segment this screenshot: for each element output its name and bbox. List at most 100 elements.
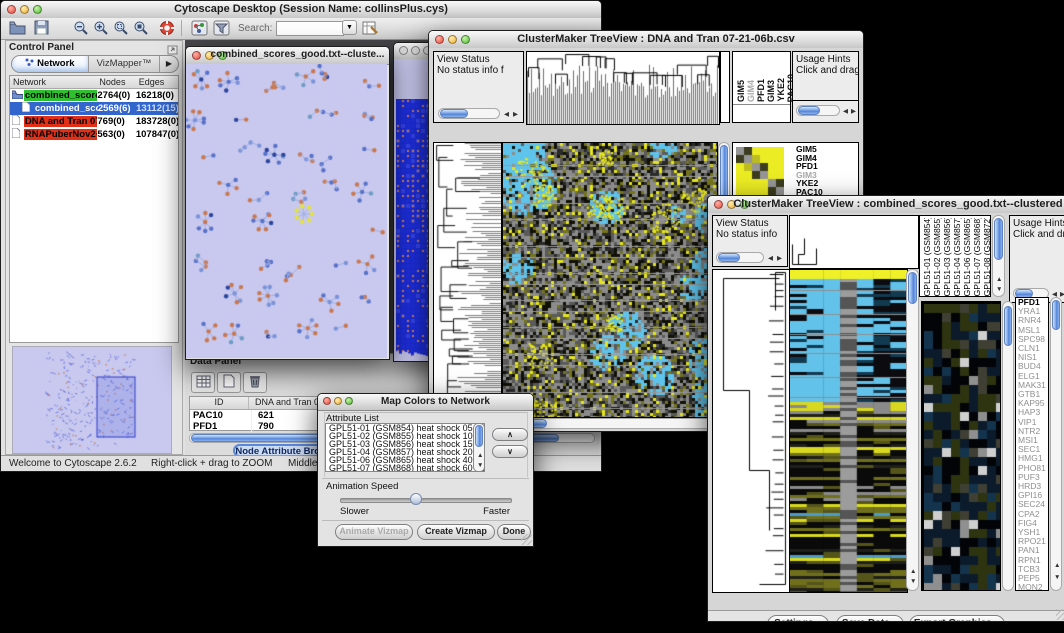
resize-grip[interactable] — [521, 534, 532, 545]
export-graphics-button[interactable]: Export Graphics... — [576, 431, 688, 432]
scrollbar-thumb[interactable] — [798, 106, 820, 115]
scroll-right-icon[interactable]: ▶ — [851, 108, 856, 115]
attribute-list-item[interactable]: GPL51-07 (GSM868) heat shock 60 min — [326, 464, 484, 472]
usage-hscrollbar[interactable] — [796, 105, 840, 116]
scrollbar-thumb[interactable] — [475, 425, 483, 447]
close-icon[interactable] — [323, 397, 331, 405]
tab-network[interactable]: Network — [12, 56, 89, 72]
scroll-down-icon[interactable]: ▼ — [1054, 574, 1060, 581]
scroll-up-icon[interactable]: ▲ — [1054, 562, 1060, 569]
network-row[interactable]: RNAPuberNov2+ 563(0) 107847(0) — [10, 128, 178, 141]
resize-grip[interactable] — [1056, 609, 1064, 620]
treeview1-titlebar[interactable]: ClusterMaker TreeView : DNA and Tran 07-… — [429, 31, 863, 49]
column-label: GPL51-02 (GSM855) — [932, 218, 942, 296]
slider-thumb[interactable] — [410, 493, 422, 505]
control-panel-tabs: Network VizMapper™ ▶ — [11, 55, 179, 73]
minimize-icon[interactable] — [411, 46, 420, 55]
tab-overflow-button[interactable]: ▶ — [159, 56, 178, 72]
search-input[interactable] — [276, 21, 344, 36]
delete-attribute-icon[interactable] — [243, 372, 267, 393]
global-heatmap[interactable] — [789, 269, 908, 593]
settings-label: Settings... — [774, 618, 822, 622]
tab-vizmapper[interactable]: VizMapper™ — [89, 56, 159, 72]
attribute-list-vscrollbar[interactable]: ▲ ▼ — [473, 423, 485, 472]
scroll-left-icon[interactable]: ◀ — [768, 255, 773, 262]
scroll-left-icon[interactable]: ◀ — [843, 108, 848, 115]
col-edges[interactable]: Edges — [139, 77, 178, 87]
zoom-fit-icon[interactable] — [133, 20, 149, 41]
gene-list-item[interactable]: MON2 — [1016, 583, 1048, 591]
column-labels-panel: GIM5GIM4PFD1GIM3YKE2PAC10 — [732, 51, 791, 123]
column-dendrogram[interactable] — [789, 215, 919, 269]
scroll-down-icon[interactable]: ▼ — [477, 462, 483, 469]
close-icon[interactable] — [192, 51, 201, 60]
heatmap-hscrollbar[interactable] — [504, 418, 714, 429]
gene-list-vscrollbar[interactable]: ▲ ▼ — [1050, 297, 1062, 591]
column-dendrogram[interactable] — [526, 51, 720, 125]
minimize-icon[interactable] — [334, 397, 342, 405]
save-session-icon[interactable] — [34, 20, 49, 40]
network-row[interactable]: combined_scores 2764(0) 16218(0) — [10, 89, 178, 102]
detail-heatmap[interactable] — [924, 304, 1000, 590]
status-hscrollbar[interactable] — [438, 108, 500, 119]
export-graphics-button[interactable]: Export Graphics... — [909, 615, 1005, 622]
network-view[interactable] — [186, 64, 387, 358]
create-vizmap-button[interactable]: Create Vizmap — [417, 524, 495, 540]
global-heatmap[interactable] — [502, 142, 718, 418]
move-up-button[interactable]: ∧ — [492, 428, 528, 441]
scroll-right-icon[interactable]: ▶ — [513, 111, 518, 118]
col-id[interactable]: ID — [190, 397, 249, 409]
scrollbar-thumb[interactable] — [440, 109, 468, 118]
scrollbar-thumb[interactable] — [908, 272, 917, 304]
labels-vscrollbar[interactable]: ▲ ▼ — [992, 215, 1005, 297]
zoom-in-icon[interactable] — [93, 20, 109, 41]
zoom-selected-icon[interactable] — [113, 20, 129, 41]
new-attribute-icon[interactable] — [217, 372, 241, 393]
zoom-heatmap[interactable] — [736, 147, 784, 195]
close-icon[interactable] — [399, 46, 408, 55]
row-dendrogram[interactable] — [433, 142, 502, 418]
row-dendrogram[interactable] — [712, 269, 790, 593]
settings-button[interactable]: Settings... — [767, 615, 829, 622]
scroll-left-icon[interactable]: ◀ — [504, 111, 509, 118]
col-network[interactable]: Network — [10, 77, 99, 87]
move-down-button[interactable]: ∨ — [492, 445, 528, 458]
network-overlay-icon[interactable] — [191, 20, 208, 41]
tab-vizmapper-label: VizMapper™ — [97, 58, 152, 69]
close-icon[interactable] — [714, 200, 723, 209]
network-row[interactable]: DNA and Tran 07 769(0) 183728(0) — [10, 115, 178, 128]
open-file-icon[interactable] — [9, 20, 26, 40]
search-dropdown-icon[interactable]: ▼ — [342, 20, 357, 35]
main-titlebar[interactable]: Cytoscape Desktop (Session Name: collins… — [1, 1, 601, 19]
scroll-up-icon[interactable]: ▲ — [910, 568, 916, 575]
close-icon[interactable] — [7, 5, 16, 14]
network-overview-thumbnail[interactable] — [12, 346, 172, 454]
scroll-down-icon[interactable]: ▼ — [996, 286, 1002, 293]
col-nodes[interactable]: Nodes — [99, 77, 138, 87]
treeview2-titlebar[interactable]: ClusterMaker TreeView : combined_scores_… — [708, 196, 1064, 214]
animation-speed-slider[interactable] — [340, 498, 512, 503]
scroll-up-icon[interactable]: ▲ — [477, 452, 483, 459]
dialog-titlebar[interactable]: Map Colors to Network — [318, 394, 533, 411]
zoom-out-icon[interactable] — [73, 20, 89, 41]
close-icon[interactable] — [435, 35, 444, 44]
network-row-selected[interactable]: combined_sco 2569(6) 13112(15) — [10, 102, 178, 115]
status-hscrollbar[interactable] — [716, 252, 764, 263]
scrollbar-thumb[interactable] — [994, 218, 1003, 260]
heatmap-vscrollbar[interactable]: ▲ ▼ — [906, 269, 919, 591]
view-status-title: View Status — [437, 54, 490, 65]
network1-titlebar[interactable]: combined_scores_good.txt--cluste... — [186, 47, 389, 65]
scrollbar-thumb[interactable] — [1004, 306, 1012, 346]
save-data-button[interactable]: Save Data... — [836, 615, 904, 622]
annotation-icon[interactable] — [362, 20, 379, 41]
scroll-right-icon[interactable]: ▶ — [1060, 291, 1064, 298]
detail-vscrollbar[interactable] — [1002, 301, 1014, 591]
attribute-table-icon[interactable] — [191, 372, 215, 393]
scrollbar-thumb[interactable] — [1052, 300, 1060, 330]
scroll-up-icon[interactable]: ▲ — [996, 276, 1002, 283]
help-lifesaver-icon[interactable] — [159, 20, 175, 41]
scroll-down-icon[interactable]: ▼ — [910, 578, 916, 585]
filter-icon[interactable] — [213, 20, 230, 41]
scrollbar-thumb[interactable] — [718, 253, 740, 262]
scroll-right-icon[interactable]: ▶ — [777, 255, 782, 262]
